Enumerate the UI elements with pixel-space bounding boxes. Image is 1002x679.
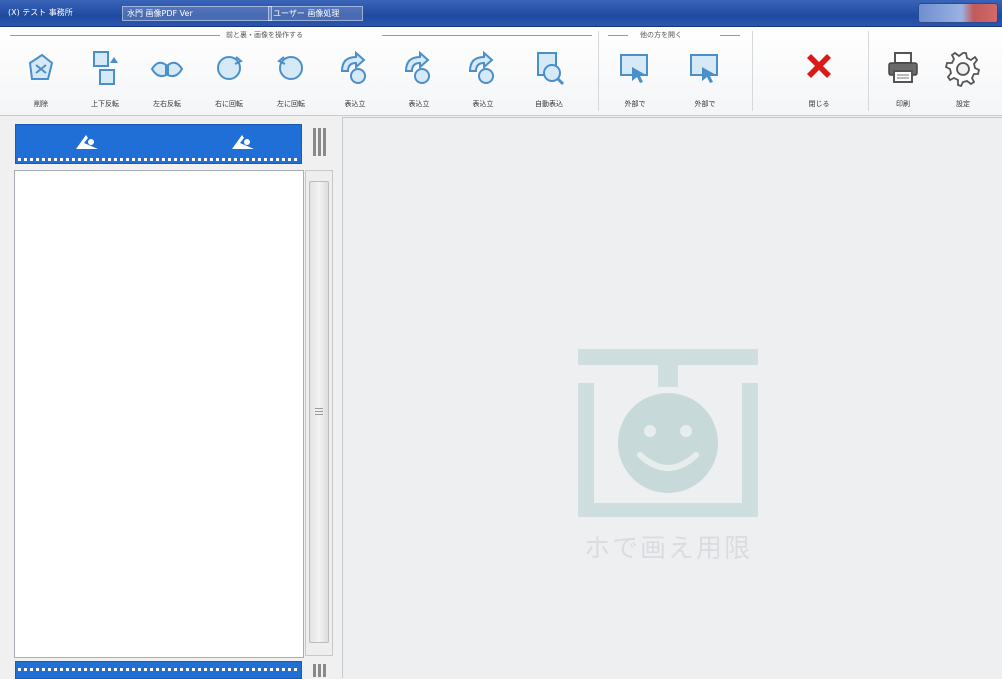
rotate-right-icon [217, 56, 243, 80]
scrollbar-grip-icon [315, 408, 323, 416]
open-external-icon [620, 54, 648, 83]
merge-icon [468, 50, 494, 84]
flip-vertical-button[interactable]: 上下反転 [76, 47, 134, 113]
print-button[interactable]: 印刷 [874, 47, 932, 113]
film-perforation [18, 158, 299, 161]
open-external-button-1[interactable]: 外部で [606, 47, 664, 113]
auto-merge-label: 自動表込 [535, 100, 563, 108]
auto-merge-button[interactable]: 自動表込 [520, 47, 578, 113]
merge-icon [404, 50, 430, 84]
settings-button[interactable]: 設定 [934, 47, 992, 113]
thumbnail-header-strip [15, 124, 302, 164]
title-text-2: 水門 画像PDF Ver [122, 6, 272, 21]
flip-vertical-label: 上下反転 [91, 100, 119, 108]
open-external-label: 外部で [694, 100, 716, 108]
rotate-left-button[interactable]: 左に回転 [262, 47, 320, 113]
delete-label: 削除 [34, 100, 48, 108]
merge-label: 表込立 [408, 100, 430, 108]
close-icon [807, 54, 831, 78]
thumbnail-footer-strip [15, 661, 302, 679]
divider [752, 31, 753, 111]
flip-horizontal-label: 左右反転 [153, 100, 181, 108]
rotate-right-button[interactable]: 右に回転 [200, 47, 258, 113]
rotate-left-label: 左に回転 [277, 100, 305, 108]
rotate-right-label: 右に回転 [215, 100, 243, 108]
title-text: (X) テスト 事務所 [8, 8, 73, 17]
merge-label: 表込立 [344, 100, 366, 108]
title-bar: (X) テスト 事務所 水門 画像PDF Ver ユーザー 画像処理 [0, 0, 1002, 27]
close-label: 閉じる [808, 100, 830, 108]
scanner-logo-icon [232, 135, 254, 149]
flip-horizontal-button[interactable]: 左右反転 [138, 47, 196, 113]
merge-button-3[interactable]: 表込立 [454, 47, 512, 113]
merge-button-1[interactable]: 表込立 [326, 47, 384, 113]
auto-merge-icon [537, 52, 565, 86]
page-viewer[interactable]: ホで画え用限 [342, 117, 1002, 678]
group-line [608, 35, 628, 36]
thumbnail-list[interactable] [14, 170, 304, 658]
group-line [720, 35, 740, 36]
group-line [10, 35, 220, 36]
scrollbar-thumb[interactable] [309, 181, 329, 643]
divider [868, 31, 869, 111]
title-text-3: ユーザー 画像処理 [268, 6, 363, 21]
delete-button[interactable]: 削除 [12, 47, 70, 113]
thumbnail-scrollbar[interactable] [305, 170, 333, 656]
divider [598, 31, 599, 111]
merge-icon [340, 50, 366, 84]
settings-label: 設定 [956, 100, 970, 108]
scanner-logo-icon [76, 135, 98, 149]
open-external-label: 外部で [624, 100, 646, 108]
group-line [382, 35, 592, 36]
gear-icon [944, 51, 981, 87]
delete-page-icon [28, 53, 54, 80]
close-button[interactable]: 閉じる [790, 47, 848, 113]
flip-vertical-icon [93, 51, 118, 85]
open-external-icon [690, 54, 718, 83]
group-edit-caption: 前と裏・画像を操作する [226, 31, 303, 39]
pane-resize-handle[interactable] [311, 128, 329, 156]
printer-icon [888, 52, 918, 83]
merge-button-2[interactable]: 表込立 [390, 47, 448, 113]
flip-horizontal-icon [150, 61, 184, 78]
rotate-left-icon [277, 56, 303, 80]
merge-label: 表込立 [472, 100, 494, 108]
window-controls[interactable] [918, 3, 998, 23]
open-external-button-2[interactable]: 外部で [676, 47, 734, 113]
pane-resize-handle[interactable] [311, 664, 329, 677]
print-label: 印刷 [896, 100, 910, 108]
toolbar: 前と裏・画像を操作する 他の方を開く 削除 上下反転 左右反転 右に回転 左に回… [0, 27, 1002, 116]
group-open-caption: 他の方を開く [640, 31, 682, 39]
watermark-caption: ホで画え用限 [583, 534, 752, 564]
film-perforation [18, 668, 299, 671]
